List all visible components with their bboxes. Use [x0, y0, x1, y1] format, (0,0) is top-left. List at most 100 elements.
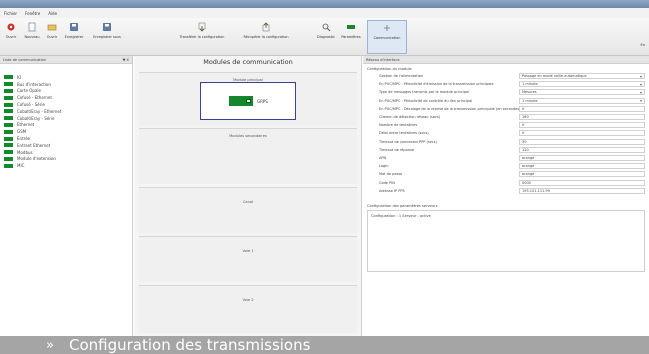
green-module-icon [4, 129, 13, 134]
menu-item-help[interactable]: Aide [48, 11, 57, 16]
green-module-icon [4, 88, 13, 93]
toolbar-button-diagnostic[interactable]: Diagnostic [316, 20, 336, 54]
property-row: Type de messages transmis par le module … [367, 88, 645, 96]
property-input[interactable]: orange [519, 154, 645, 161]
toolbar-button-open[interactable]: Ouvrir [44, 20, 60, 54]
property-row: Login orange [367, 162, 645, 170]
section-caption: Modules secondaires [229, 134, 267, 138]
tree-item[interactable]: GSM [4, 128, 132, 135]
tree-item[interactable]: Cofusé - Ethernet [4, 94, 132, 101]
save-icon [70, 23, 78, 31]
property-select[interactable]: 1 minute [519, 81, 645, 88]
tree-item[interactable]: Module d'extension [4, 156, 132, 163]
toolbar-button-save[interactable]: Enregistrer [62, 20, 86, 54]
green-module-icon [4, 122, 13, 127]
toolbar-button-open-red[interactable]: Ouvrir [3, 20, 19, 54]
property-input[interactable]: 0 [519, 130, 645, 137]
property-row: Mot de passe orange [367, 170, 645, 178]
green-module-icon [4, 95, 13, 100]
toolbar-button-communication[interactable]: Communication [367, 20, 407, 54]
green-module-icon [4, 143, 13, 148]
save-as-icon [103, 23, 111, 31]
tree-item[interactable]: Modbus [4, 149, 132, 156]
tree-item[interactable]: Cobalt/Eray - Ethernet [4, 108, 132, 115]
green-module-icon [4, 82, 13, 87]
property-row: Nombre de tentatives 0 [367, 121, 645, 129]
property-select[interactable]: Passage en mode veille automatique [519, 73, 645, 80]
module-properties-panel: Réseau d'interface Configuration du modu… [363, 56, 649, 336]
modules-panel-title: Modules de communication [203, 58, 293, 66]
menu-bar: Fichier Fenêtre Aide [0, 8, 649, 18]
right-panel-title: Réseau d'interface [366, 57, 400, 62]
open-icon [47, 24, 57, 31]
property-input[interactable]: orange [519, 163, 645, 170]
property-input[interactable]: 0000 [519, 179, 645, 186]
main-module-slot[interactable]: GRPS [200, 82, 296, 120]
way-2-section[interactable]: Voie 2 [139, 285, 357, 333]
tree-item[interactable]: Entrée [4, 135, 132, 142]
window-title-bar [0, 0, 649, 8]
property-row: Timeout de connexion PPP (secs) 30 [367, 138, 645, 146]
toolbar-right-label: En [640, 43, 645, 47]
transfer-icon [198, 22, 206, 32]
way-1-section[interactable]: Voie 1 [139, 236, 357, 282]
communication-tree: IO Bus d'interaction Carte Opale Cofusé … [0, 64, 132, 169]
communication-modules-panel: Modules de communication Module principa… [134, 56, 362, 336]
receive-icon [262, 22, 270, 32]
property-input[interactable]: 195.101.111.99 [519, 187, 645, 194]
chevron-icon: » [46, 337, 54, 353]
property-input[interactable]: 180 [519, 114, 645, 121]
toolbar-button-save-as[interactable]: Enregistrer sous [90, 20, 124, 54]
tree-item[interactable]: Entrant Ethernet [4, 142, 132, 149]
section-caption: Voie 2 [242, 298, 254, 302]
green-module-icon [4, 136, 13, 141]
communication-icon [384, 25, 390, 31]
module-label: GRPS [257, 99, 268, 104]
secondary-modules-section[interactable]: Modules secondaires [139, 128, 357, 184]
property-input[interactable]: 30 [519, 138, 645, 145]
server-config-title: Configuration des paramètres serveurs [367, 203, 438, 208]
red-gear-icon [7, 23, 15, 31]
new-file-icon [28, 22, 36, 32]
green-module-icon [4, 116, 13, 121]
property-input[interactable]: 0 [519, 105, 645, 112]
menu-item-window[interactable]: Fenêtre [25, 11, 40, 16]
left-panel-title: Liste de communication [3, 57, 47, 62]
caption-bar: » Configuration des transmissions [0, 336, 649, 354]
toolbar-button-receive-config[interactable]: Récupérer la configuration [236, 20, 296, 54]
tree-item[interactable]: MIC [4, 162, 132, 169]
property-row: Gestion de l'alimentation Passage en mode… [367, 72, 645, 80]
tree-item[interactable]: Cobalt/Eray - Série [4, 115, 132, 122]
property-row: Délai entre tentatives (secs) 0 [367, 129, 645, 137]
property-row: En PUC/MPC : Périodicité de contrôle du … [367, 97, 645, 105]
toolbar-button-transfer-config[interactable]: Transférer la configuration [172, 20, 232, 54]
tree-item[interactable]: Cofusé - Série [4, 101, 132, 108]
property-row: En PUC/MPC : Périodicité d'émission de l… [367, 80, 645, 88]
property-row: Code PIN 0000 [367, 178, 645, 186]
property-select[interactable]: Mesures [519, 89, 645, 96]
tree-item[interactable]: Ethernet [4, 122, 132, 129]
property-row: Timeout de réponse 120 [367, 146, 645, 154]
green-module-icon [4, 109, 13, 114]
right-panel-header: Réseau d'interface [363, 56, 649, 64]
toolbar-button-new[interactable]: Nouveau [22, 20, 42, 54]
toolbar: Ouvrir Nouveau Ouvrir Enregistrer Enregi… [0, 18, 649, 56]
property-row: Chemin de détection réseau (secs) 180 [367, 113, 645, 121]
channel-section[interactable]: Canal [139, 187, 357, 233]
property-select[interactable]: 1 minute [519, 97, 645, 104]
module-port-icon [246, 99, 251, 103]
toolbar-button-settings[interactable]: Paramètres [340, 20, 362, 54]
tree-item[interactable]: IO [4, 74, 132, 81]
property-input[interactable]: orange [519, 171, 645, 178]
green-module-icon [4, 163, 13, 168]
tree-item[interactable]: Carte Opale [4, 88, 132, 95]
tree-item[interactable]: Bus d'interaction [4, 81, 132, 88]
pin-close-icon[interactable]: ▼ X [123, 58, 129, 62]
gprs-module-icon [229, 96, 253, 106]
server-config-text[interactable]: Configuration : 1 Serveur - active [367, 209, 645, 272]
property-input[interactable]: 0 [519, 122, 645, 129]
menu-item-file[interactable]: Fichier [4, 11, 17, 16]
property-row: Adresse IP PPS 195.101.111.99 [367, 187, 645, 195]
property-input[interactable]: 120 [519, 146, 645, 153]
green-module-icon [4, 102, 13, 107]
